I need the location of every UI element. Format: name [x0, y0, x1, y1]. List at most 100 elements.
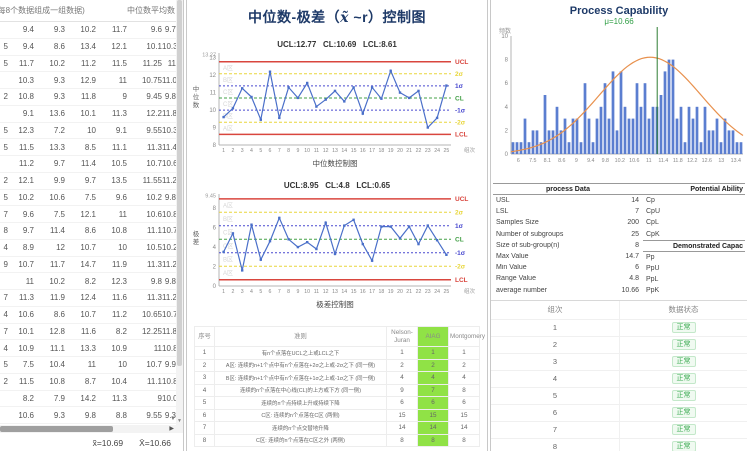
- group-number: 6: [491, 408, 619, 417]
- data-cell: 7.2: [39, 126, 70, 135]
- table-row: 89.711.48.610.811.110.7: [0, 223, 176, 240]
- rule-value: 4: [387, 372, 418, 385]
- svg-text:10.2: 10.2: [615, 158, 625, 164]
- svg-text:C区: C区: [223, 89, 233, 96]
- median-cell: 9: [132, 394, 162, 403]
- rule-value: 1: [195, 347, 215, 360]
- svg-text:极差控制图: 极差控制图: [316, 299, 354, 309]
- capability-panel: Process Capability μ=10.66 频数024681067.5…: [487, 0, 747, 451]
- median-cell: 10.5: [132, 243, 162, 252]
- rule-value: 2: [449, 359, 480, 372]
- svg-text:22: 22: [416, 148, 422, 154]
- capability-index-row: Cp: [643, 195, 745, 206]
- data-cell: 9.3: [39, 411, 70, 420]
- rule-value: 8: [418, 434, 449, 447]
- rules-header: 准则: [215, 327, 387, 347]
- svg-text:13: 13: [332, 289, 338, 295]
- svg-text:极差: 极差: [193, 229, 200, 246]
- process-data-value: 8: [601, 242, 643, 249]
- rule-value: 5: [195, 397, 215, 410]
- process-data-label: Number of subgroups: [493, 231, 601, 238]
- svg-text:B区: B区: [223, 77, 233, 84]
- median-cell: 12.2: [132, 109, 162, 118]
- status-badge: 正常: [672, 441, 696, 451]
- scroll-down-arrow-icon[interactable]: ▼: [176, 418, 183, 425]
- data-cell: 10.1: [8, 327, 39, 336]
- rule-value: 7: [418, 384, 449, 397]
- svg-text:A区: A区: [223, 65, 233, 72]
- status-row: 7正常: [491, 422, 747, 439]
- horizontal-scrollbar[interactable]: ▶: [0, 425, 183, 433]
- group-number: 5: [491, 391, 619, 400]
- status-row: 6正常: [491, 405, 747, 422]
- svg-text:6: 6: [517, 158, 520, 164]
- clipped-cell: 2: [0, 176, 8, 185]
- median-cell: 11.1: [132, 377, 162, 386]
- svg-text:19: 19: [388, 289, 394, 295]
- median-cell: 11.3: [132, 143, 162, 152]
- data-cell: 11.7: [101, 25, 132, 34]
- data-cell: 10.5: [101, 159, 132, 168]
- data-cell: 10.1: [70, 109, 101, 118]
- svg-text:1σ: 1σ: [455, 83, 464, 90]
- data-cell: 11.9: [101, 260, 132, 269]
- median-cell: 11.3: [132, 293, 162, 302]
- group-number: 8: [491, 442, 619, 451]
- status-cell: 正常: [619, 405, 747, 421]
- clipped-cell: 4: [0, 310, 8, 319]
- rule-value: 6: [387, 397, 418, 410]
- svg-text:2: 2: [231, 148, 234, 154]
- scroll-right-arrow-icon[interactable]: ▶: [169, 425, 174, 433]
- data-cell: 9.4: [8, 25, 39, 34]
- table-row: 10.69.39.88.89.559.3▼: [0, 407, 176, 424]
- rules-row: 6C区: 连续的n个点落在C区 (两侧)151515: [195, 409, 480, 422]
- median-cell: 10.75: [132, 76, 162, 85]
- vertical-scrollbar[interactable]: ▼: [176, 0, 183, 425]
- svg-text:4: 4: [213, 245, 217, 251]
- status-header: 数据状态: [619, 301, 747, 319]
- process-data-row: LSL7: [493, 206, 643, 217]
- process-data-row: Range Value4.8: [493, 273, 643, 284]
- svg-text:CL: CL: [455, 237, 464, 244]
- rule-value: 8: [449, 384, 480, 397]
- horizontal-scrollbar-thumb[interactable]: [0, 426, 113, 432]
- rule-value: 2: [387, 359, 418, 372]
- svg-text:3: 3: [241, 289, 244, 295]
- svg-text:4: 4: [250, 289, 253, 295]
- data-cell: 11.2: [8, 159, 39, 168]
- vertical-scrollbar-thumb[interactable]: [177, 0, 182, 366]
- table-row: 410.68.610.711.210.6510.7: [0, 307, 176, 324]
- data-cell: 11.5: [101, 59, 132, 68]
- data-cell: 12.4: [70, 293, 101, 302]
- rules-header: Montgomery: [449, 327, 480, 347]
- median-cell: 10.7: [132, 360, 162, 369]
- svg-text:18: 18: [379, 289, 385, 295]
- data-cell: 13.5: [101, 176, 132, 185]
- capability-indices: Potential AbilityCpCpUCpLCpKDemonstrated…: [643, 183, 745, 297]
- median-cell: 9.55: [132, 126, 162, 135]
- svg-text:12: 12: [323, 148, 329, 154]
- data-cell: 12.3: [101, 277, 132, 286]
- svg-text:12.6: 12.6: [702, 158, 712, 164]
- svg-text:11: 11: [314, 289, 319, 295]
- svg-text:10: 10: [304, 148, 310, 154]
- median-cell: 10.1: [132, 42, 162, 51]
- table-row: 511.710.211.211.511.2511: [0, 56, 176, 73]
- svg-text:UCL: UCL: [455, 59, 468, 66]
- process-data-label: Min Value: [493, 264, 601, 271]
- rule-description: 有n个点落在UCL之上或LCL之下: [215, 347, 387, 360]
- clipped-cell: 4: [0, 344, 8, 353]
- capability-index-label: Pp: [643, 254, 745, 261]
- median-cell: 9.45: [132, 92, 162, 101]
- median-summary: x̃=10.69: [93, 438, 124, 448]
- rule-description: B区: 连续的n+1个点中有n个点落在+1σ之上或-1σ之下 (同一侧): [215, 372, 387, 385]
- svg-text:7: 7: [278, 289, 281, 295]
- data-cell: 11.3: [101, 394, 132, 403]
- data-cell: 8.5: [70, 143, 101, 152]
- data-cell: 11.7: [8, 59, 39, 68]
- data-cell: 9.7: [8, 226, 39, 235]
- capability-index-row: CpU: [643, 206, 745, 217]
- svg-text:8: 8: [505, 58, 509, 64]
- group-number: 2: [491, 340, 619, 349]
- process-data-value: 200: [601, 219, 643, 226]
